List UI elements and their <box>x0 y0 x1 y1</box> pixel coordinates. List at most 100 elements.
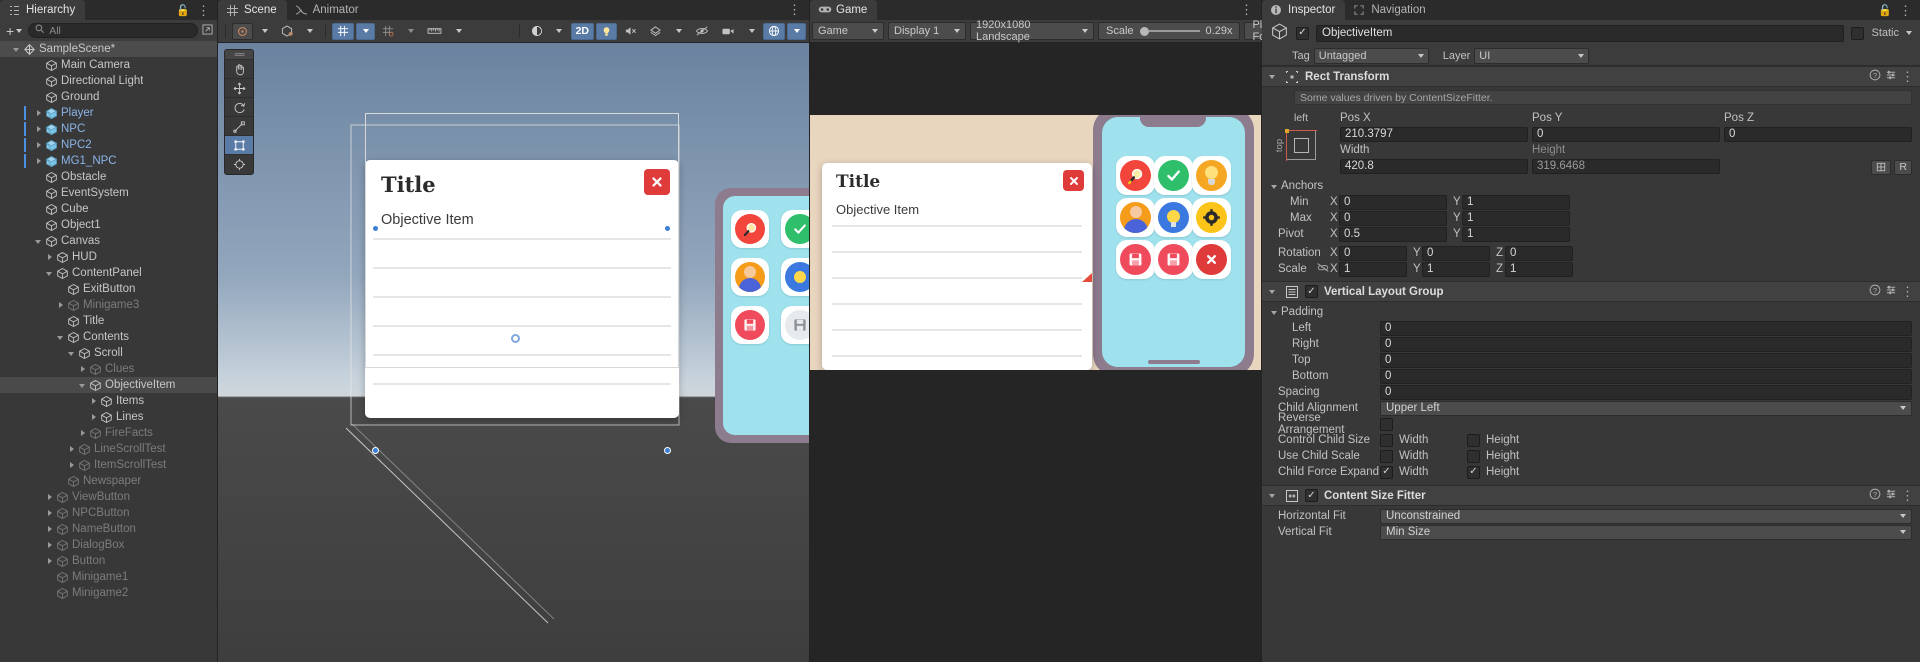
effects-dropdown[interactable] <box>669 23 688 40</box>
hierarchy-row-items[interactable]: Items <box>0 393 217 409</box>
transform-tool-icon[interactable] <box>225 155 253 174</box>
reverse-arrangement-checkbox[interactable] <box>1380 417 1393 431</box>
hierarchy-row-objectiveitem[interactable]: ObjectiveItem <box>0 377 217 393</box>
ruler-icon[interactable] <box>422 23 447 40</box>
toggle-2d-button[interactable]: 2D <box>570 22 594 40</box>
hierarchy-menu-icon[interactable]: ⋮ <box>197 4 210 17</box>
blueprint-mode-toggle[interactable]: R <box>1894 159 1912 175</box>
hierarchy-row-linescrolltest[interactable]: LineScrollTest <box>0 441 217 457</box>
tree-toggle-closed-icon[interactable] <box>67 460 78 471</box>
lock-icon[interactable]: 🔓 <box>176 4 190 17</box>
hierarchy-row-main-camera[interactable]: Main Camera <box>0 57 217 73</box>
pos-z-field[interactable]: 0 <box>1724 126 1912 142</box>
tree-toggle-closed-icon[interactable] <box>34 124 45 135</box>
shading-mode-button[interactable] <box>232 22 253 40</box>
tab-navigation[interactable]: Navigation <box>1345 0 1435 20</box>
hierarchy-row-contents[interactable]: Contents <box>0 329 217 345</box>
tree-toggle-open-icon[interactable] <box>56 332 67 343</box>
tree-toggle-open-icon[interactable] <box>34 236 45 247</box>
static-checkbox[interactable] <box>1851 26 1865 40</box>
padding-foldout[interactable]: Padding <box>1270 304 1912 320</box>
scale-z-field[interactable]: 1 <box>1505 261 1573 277</box>
hierarchy-row-minigame3[interactable]: Minigame3 <box>0 297 217 313</box>
game-display-mode-dropdown[interactable]: Game <box>812 22 884 40</box>
vertical-fit-dropdown[interactable]: Min Size <box>1380 524 1912 540</box>
control-child-height-checkbox[interactable] <box>1467 433 1480 447</box>
scale-slider-track[interactable] <box>1139 24 1200 38</box>
scene-2d-dropdown[interactable] <box>300 23 319 40</box>
layer-dropdown[interactable]: UI <box>1474 47 1590 64</box>
help-icon[interactable]: ? <box>1869 69 1881 84</box>
vlg-menu-icon[interactable]: ⋮ <box>1901 285 1914 298</box>
control-child-width-checkbox[interactable] <box>1380 433 1393 447</box>
hierarchy-row-namebutton[interactable]: NameButton <box>0 521 217 537</box>
hierarchy-row-title[interactable]: Title <box>0 313 217 329</box>
scene-menu-icon[interactable]: ⋮ <box>788 2 801 17</box>
vlg-foldout-icon[interactable] <box>1268 286 1279 297</box>
scale-x-field[interactable]: 1 <box>1339 261 1407 277</box>
horizontal-fit-dropdown[interactable]: Unconstrained <box>1380 508 1912 524</box>
tag-dropdown[interactable]: Untagged <box>1313 47 1429 64</box>
hierarchy-row-eventsystem[interactable]: EventSystem <box>0 185 217 201</box>
hierarchy-tree[interactable]: SampleScene* Main Camera Directional Light… <box>0 41 217 662</box>
child-force-expand-width-checkbox[interactable] <box>1380 465 1393 479</box>
object-enabled-checkbox[interactable] <box>1296 26 1309 40</box>
preset-icon[interactable] <box>1885 488 1897 503</box>
anchors-foldout[interactable]: Anchors <box>1270 178 1912 194</box>
scene-2d-toggle-icon[interactable] <box>276 23 298 40</box>
audio-toggle-button[interactable] <box>619 23 642 40</box>
grid-visibility-button[interactable] <box>332 22 354 40</box>
rect-transform-foldout-icon[interactable] <box>1268 71 1279 82</box>
tree-toggle-closed-icon[interactable] <box>45 252 56 263</box>
hierarchy-row-npc2[interactable]: NPC2 <box>0 137 217 153</box>
tree-toggle-closed-icon[interactable] <box>34 108 45 119</box>
scene-camera-dropdown[interactable] <box>550 23 569 40</box>
tab-scene[interactable]: Scene <box>218 0 287 20</box>
hierarchy-row-hud[interactable]: HUD <box>0 249 217 265</box>
tree-toggle-open-icon[interactable] <box>45 268 56 279</box>
hierarchy-row-lines[interactable]: Lines <box>0 409 217 425</box>
anchor-max-x-field[interactable]: 0 <box>1339 210 1447 226</box>
component-header-rect-transform[interactable]: Rect Transform ? ⋮ <box>1262 66 1920 87</box>
inspector-lock-icon[interactable]: 🔓 <box>1878 4 1892 17</box>
game-display-dropdown[interactable]: Display 1 <box>888 22 966 40</box>
shading-mode-dropdown[interactable] <box>255 23 274 40</box>
grid-dropdown[interactable] <box>356 22 375 40</box>
padding-right-field[interactable]: 0 <box>1380 336 1912 352</box>
game-ui-content-panel[interactable]: Title Objective Item <box>822 163 1092 370</box>
hierarchy-row-object1[interactable]: Object1 <box>0 217 217 233</box>
tree-toggle-closed-icon[interactable] <box>45 540 56 551</box>
spacing-field[interactable]: 0 <box>1380 384 1912 400</box>
search-input[interactable]: All <box>28 23 198 38</box>
preset-icon[interactable] <box>1885 69 1897 84</box>
csf-enabled-checkbox[interactable] <box>1305 489 1318 502</box>
hand-tool-icon[interactable] <box>225 60 253 79</box>
hierarchy-row-player[interactable]: Player <box>0 105 217 121</box>
move-tool-icon[interactable] <box>225 79 253 98</box>
vlg-enabled-checkbox[interactable] <box>1305 285 1318 298</box>
hierarchy-row-dialogbox[interactable]: DialogBox <box>0 537 217 553</box>
hierarchy-row-cube[interactable]: Cube <box>0 201 217 217</box>
rect-tool-icon[interactable] <box>225 136 253 155</box>
pivot-x-field[interactable]: 0.5 <box>1339 226 1447 242</box>
hierarchy-row-exitbutton[interactable]: ExitButton <box>0 281 217 297</box>
tree-toggle-closed-icon[interactable] <box>45 524 56 535</box>
tree-toggle-closed-icon[interactable] <box>45 508 56 519</box>
tab-animator[interactable]: Animator <box>287 0 369 20</box>
rect-transform-menu-icon[interactable]: ⋮ <box>1901 70 1914 83</box>
anchor-max-y-field[interactable]: 1 <box>1462 210 1570 226</box>
scene-camera-icon[interactable] <box>716 23 740 40</box>
hierarchy-row-obstacle[interactable]: Obstacle <box>0 169 217 185</box>
tree-toggle-closed-icon[interactable] <box>34 156 45 167</box>
csf-foldout-icon[interactable] <box>1268 490 1279 501</box>
scene-viewport[interactable]: Title Objective Item <box>218 43 809 662</box>
tree-toggle-closed-icon[interactable] <box>45 492 56 503</box>
width-field[interactable]: 420.8 <box>1340 158 1528 174</box>
padding-left-field[interactable]: 0 <box>1380 320 1912 336</box>
lighting-toggle-button[interactable] <box>596 22 617 40</box>
inspector-menu-icon[interactable]: ⋮ <box>1899 4 1912 17</box>
anchor-preset-button[interactable]: top <box>1274 126 1322 168</box>
game-viewport[interactable]: Title Objective Item <box>810 43 1261 662</box>
gizmos-dropdown[interactable] <box>787 22 806 40</box>
use-child-scale-width-checkbox[interactable] <box>1380 449 1393 463</box>
